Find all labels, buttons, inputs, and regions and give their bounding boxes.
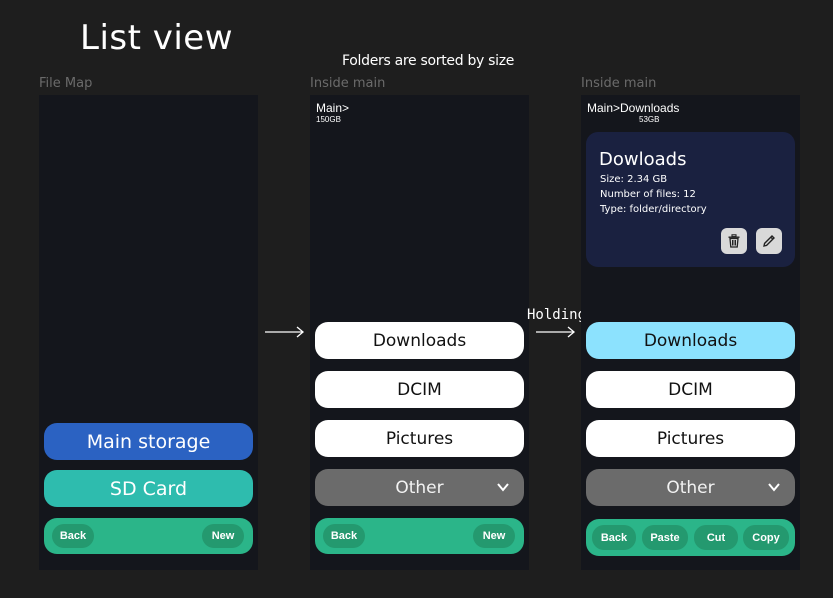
folder-downloads-selected[interactable]: Downloads xyxy=(586,322,795,359)
page-subtitle: Folders are sorted by size xyxy=(342,53,515,69)
folder-size: 53GB xyxy=(639,115,660,124)
delete-button[interactable] xyxy=(721,228,747,254)
action-bar: Back Paste Cut Copy xyxy=(586,519,795,556)
main-storage-button[interactable]: Main storage xyxy=(44,423,253,460)
copy-button[interactable]: Copy xyxy=(743,525,789,550)
pencil-icon xyxy=(763,235,775,247)
folder-info-type: Type: folder/directory xyxy=(600,204,707,215)
back-button[interactable]: Back xyxy=(52,524,94,548)
folder-downloads[interactable]: Downloads xyxy=(315,322,524,359)
frame-label-inside-main: Inside main xyxy=(310,76,386,91)
folder-dcim[interactable]: DCIM xyxy=(315,371,524,408)
folder-dcim[interactable]: DCIM xyxy=(586,371,795,408)
chevron-down-icon xyxy=(768,483,780,492)
chevron-down-icon xyxy=(497,483,509,492)
other-dropdown[interactable]: Other xyxy=(586,469,795,506)
paste-button[interactable]: Paste xyxy=(642,525,688,550)
edit-button[interactable] xyxy=(756,228,782,254)
folder-detail-screen: Main>Downloads 53GB Dowloads Size: 2.34 … xyxy=(581,95,800,570)
other-dropdown[interactable]: Other xyxy=(315,469,524,506)
action-bar: Back New xyxy=(315,518,524,554)
folder-info-title: Dowloads xyxy=(599,149,687,170)
folder-pictures[interactable]: Pictures xyxy=(315,420,524,457)
folder-info-size: Size: 2.34 GB xyxy=(600,174,668,185)
frame-label-inside-main-detail: Inside main xyxy=(581,76,657,91)
back-button[interactable]: Back xyxy=(323,524,365,548)
storage-size: 150GB xyxy=(316,115,341,124)
new-button[interactable]: New xyxy=(202,524,244,548)
trash-icon xyxy=(728,234,740,248)
action-bar: Back New xyxy=(44,518,253,554)
back-button[interactable]: Back xyxy=(592,525,636,550)
arrow-right-icon xyxy=(536,326,576,338)
inside-main-screen: Main> 150GB Downloads DCIM Pictures Othe… xyxy=(310,95,529,570)
arrow-right-icon xyxy=(265,326,305,338)
holding-label: Holding xyxy=(527,307,587,323)
new-button[interactable]: New xyxy=(473,524,515,548)
folder-info-card: Dowloads Size: 2.34 GB Number of files: … xyxy=(586,132,795,267)
other-dropdown-label: Other xyxy=(666,477,715,498)
cut-button[interactable]: Cut xyxy=(694,525,738,550)
file-map-screen: Main storage SD Card Back New xyxy=(39,95,258,570)
breadcrumb[interactable]: Main> xyxy=(316,101,349,115)
frame-label-file-map: File Map xyxy=(39,76,93,91)
breadcrumb[interactable]: Main>Downloads xyxy=(587,101,679,115)
other-dropdown-label: Other xyxy=(395,477,444,498)
folder-info-files: Number of files: 12 xyxy=(600,189,696,200)
sd-card-button[interactable]: SD Card xyxy=(44,470,253,507)
page-title: List view xyxy=(80,18,234,58)
folder-pictures[interactable]: Pictures xyxy=(586,420,795,457)
